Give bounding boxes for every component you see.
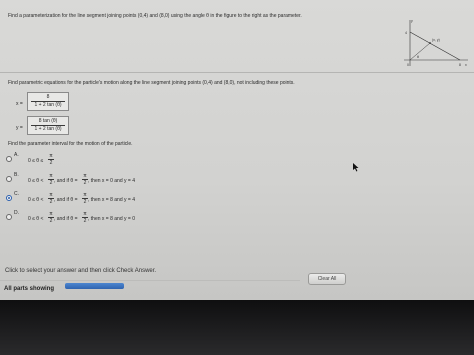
clear-all-button[interactable]: Clear All [308, 273, 346, 285]
option-c-result: , then x = 8 and y = 4 [88, 197, 135, 203]
parts-status: All parts showing [4, 286, 55, 292]
option-b-radio[interactable] [6, 176, 12, 182]
x-axis-label: x [465, 63, 467, 67]
option-c-condition: , and if θ = [54, 197, 78, 203]
option-a-letter: A. [14, 152, 19, 158]
x-numerator: 8 [46, 94, 50, 100]
question-prompt: Find a parameterization for the line seg… [8, 13, 302, 19]
option-d-inequality: 0 ≤ θ < [28, 216, 44, 222]
option-a[interactable]: A. 0 ≤ θ ≤ π 2 [6, 152, 206, 166]
option-d-condition: , and if θ = [54, 216, 78, 222]
y-axis-label: y [411, 19, 413, 23]
footer-divider [0, 280, 300, 281]
option-b[interactable]: B. 0 ≤ θ < π 2 , and if θ = π 2 , then x… [6, 172, 226, 186]
x-equation-label: x = [16, 101, 23, 107]
y-numerator: 8 tan (θ) [38, 118, 58, 124]
y-answer-box[interactable]: 8 tan (θ) 1 + 2 tan (θ) [27, 116, 69, 135]
y-equation-label: y = [16, 125, 23, 131]
mouse-pointer-icon [353, 163, 359, 172]
option-a-inequality: 0 ≤ θ ≤ [28, 158, 44, 164]
progress-bar [65, 283, 124, 289]
option-a-radio[interactable] [6, 156, 12, 162]
option-d-result: , then x = 8 and y = 0 [88, 216, 135, 222]
figure: y x 4 8 0 (x, y) θ [404, 19, 468, 67]
instruction-text: Click to select your answer and then cli… [5, 268, 157, 274]
screen: Find a parameterization for the line seg… [0, 0, 474, 300]
y-intercept-label: 4 [405, 31, 407, 35]
divider [0, 72, 474, 73]
x-answer-box[interactable]: 8 1 + 2 tan (θ) [27, 92, 69, 111]
option-b-inequality: 0 ≤ θ < [28, 178, 44, 184]
origin-label: 0 [407, 63, 409, 67]
option-c-letter: C. [14, 191, 19, 197]
part1-prompt: Find parametric equations for the partic… [8, 80, 295, 86]
point-label: (x, y) [432, 38, 440, 42]
part2-prompt: Find the parameter interval for the moti… [8, 141, 133, 147]
monitor-bezel [0, 300, 474, 355]
option-c-inequality: 0 ≤ θ < [28, 197, 44, 203]
option-d[interactable]: D. 0 ≤ θ < π 2 , and if θ = π 2 , then x… [6, 210, 226, 224]
option-d-radio[interactable] [6, 214, 12, 220]
option-b-result: , then x = 0 and y = 4 [88, 178, 135, 184]
option-c-radio[interactable] [6, 195, 12, 201]
option-b-letter: B. [14, 172, 19, 178]
option-a-den: 2 [49, 160, 53, 166]
option-d-letter: D. [14, 210, 19, 216]
option-b-condition: , and if θ = [54, 178, 78, 184]
ray [409, 42, 431, 61]
option-c[interactable]: C. 0 ≤ θ < π 2 , and if θ = π 2 , then x… [6, 191, 226, 205]
angle-label: θ [417, 55, 419, 59]
x-denominator: 1 + 2 tan (θ) [34, 102, 62, 108]
x-intercept-label: 8 [459, 63, 461, 67]
y-denominator: 1 + 2 tan (θ) [34, 126, 62, 132]
point-marker [429, 42, 431, 44]
